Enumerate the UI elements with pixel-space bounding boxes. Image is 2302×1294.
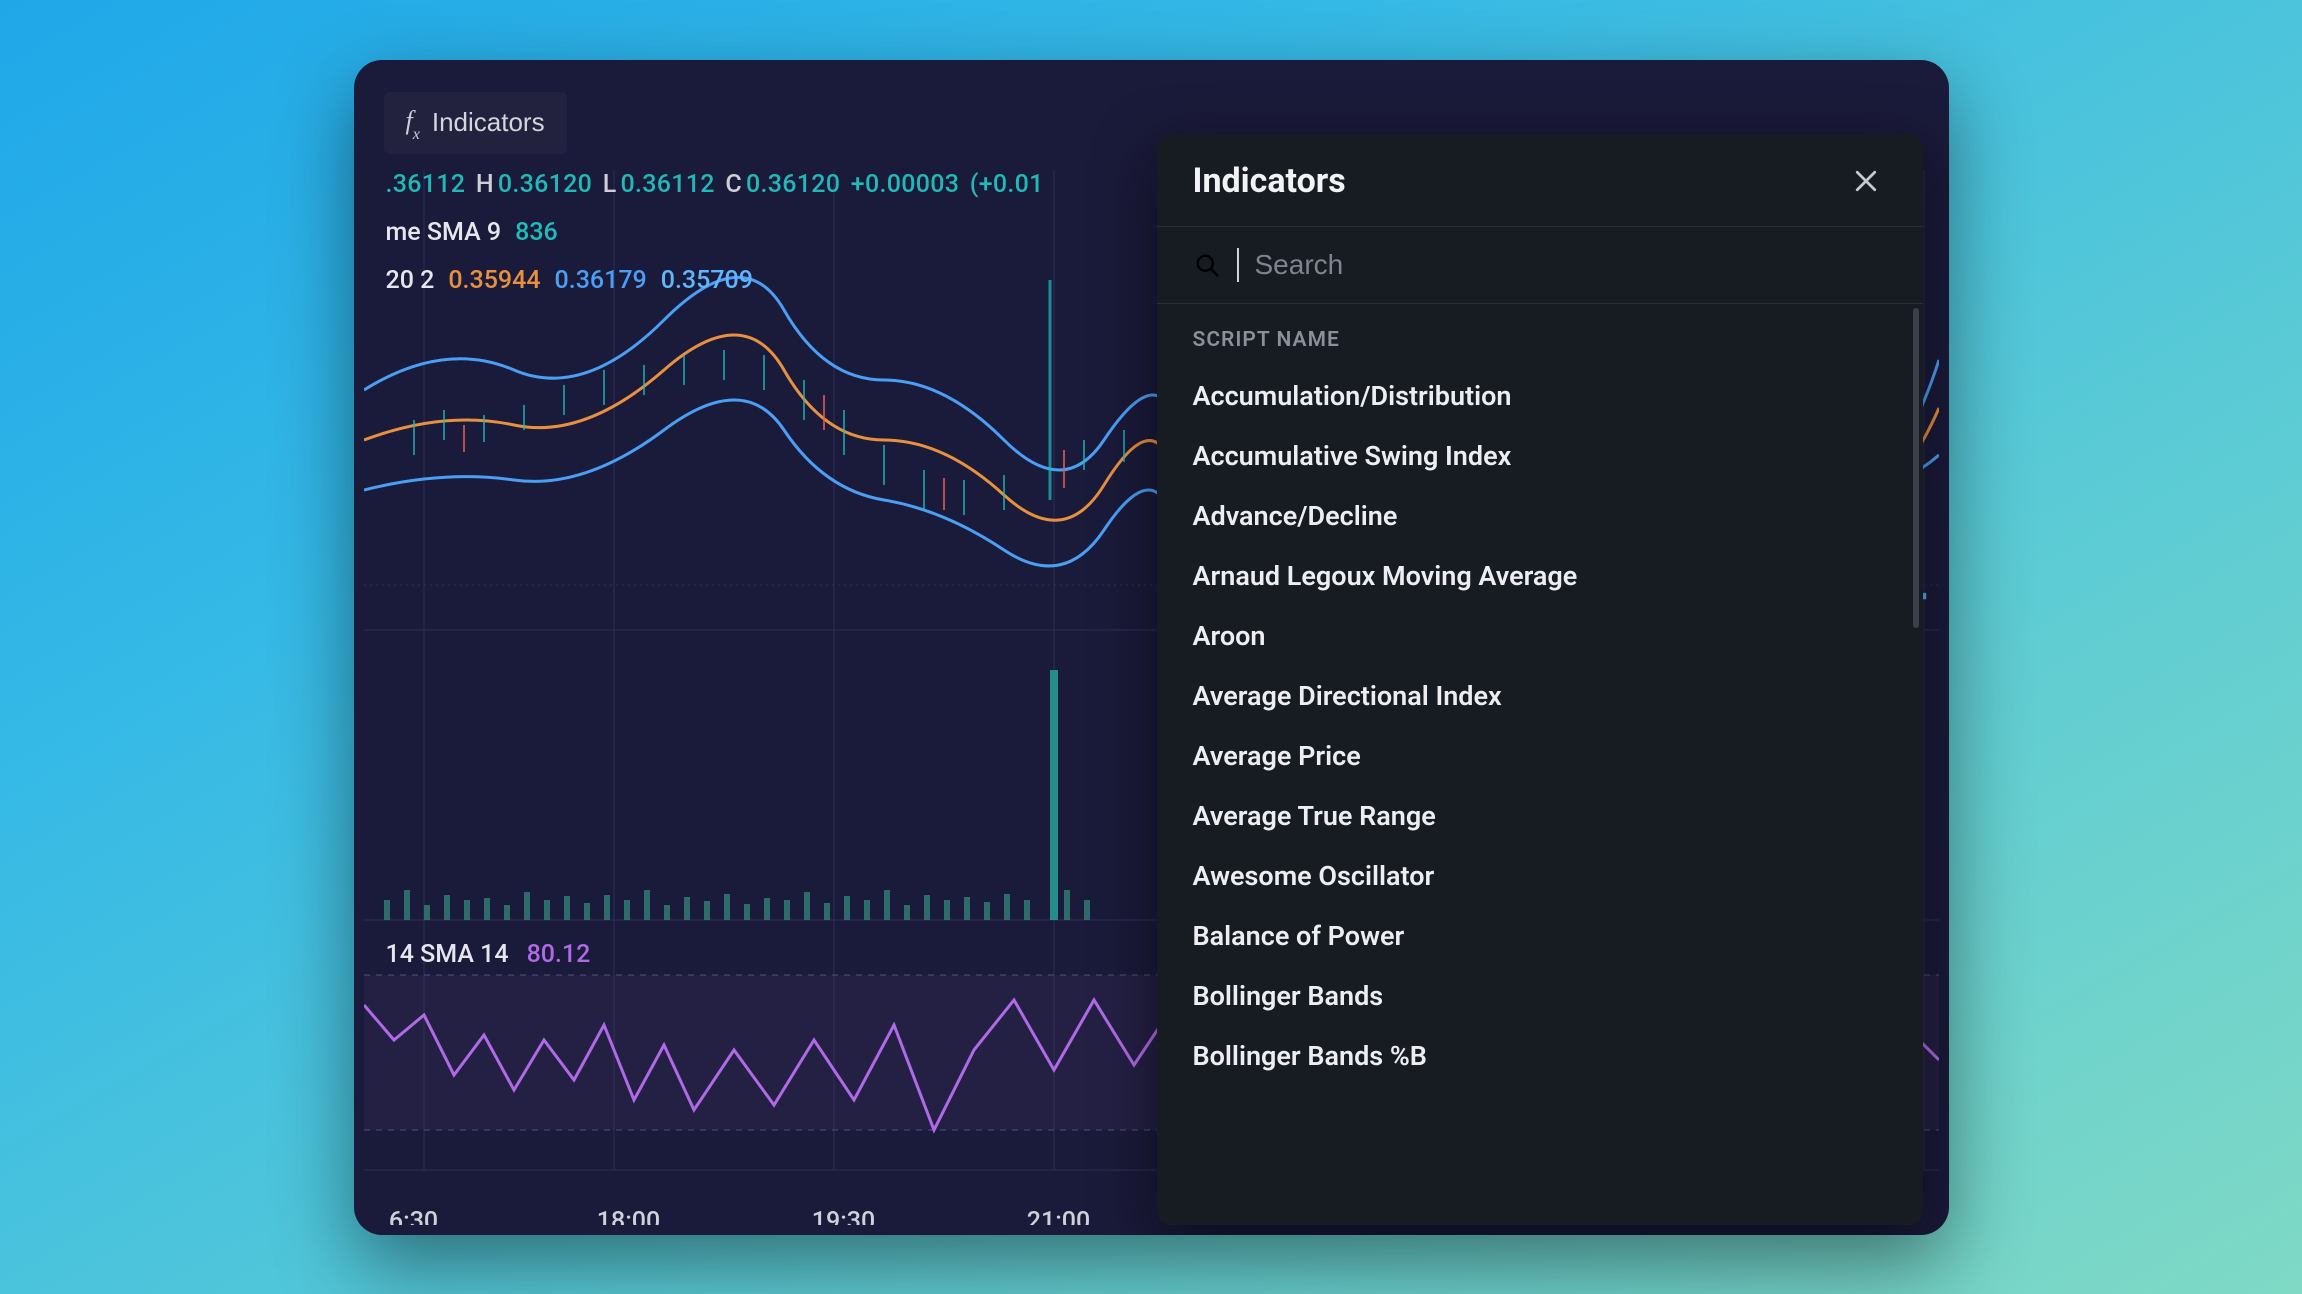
indicator-item[interactable]: Accumulative Swing Index	[1157, 426, 1923, 486]
indicator-item[interactable]: Average Price	[1157, 726, 1923, 786]
legend-bb: 20 2 0.35944 0.36179 0.35709	[386, 266, 753, 295]
search-row	[1157, 227, 1923, 304]
text-caret	[1237, 248, 1239, 282]
indicators-button[interactable]: fx Indicators	[384, 92, 567, 154]
close-icon	[1851, 166, 1881, 196]
toolbar: fx Indicators	[384, 92, 567, 154]
indicators-button-label: Indicators	[432, 107, 545, 138]
indicators-panel: Indicators SCRIPT NAME Accumulation/Dist…	[1157, 134, 1923, 1225]
close-button[interactable]	[1845, 160, 1887, 202]
fx-icon: fx	[406, 106, 420, 140]
indicator-item[interactable]: Bollinger Bands %B	[1157, 1026, 1923, 1086]
app-window: fx Indicators .36112 H0.36120 L0.36112 C…	[354, 60, 1949, 1235]
list-column-header: SCRIPT NAME	[1157, 304, 1923, 366]
indicator-item[interactable]: Bollinger Bands	[1157, 966, 1923, 1026]
indicator-item[interactable]: Average Directional Index	[1157, 666, 1923, 726]
legend-sma: me SMA 9 836	[386, 218, 558, 247]
ohlc-readout: .36112 H0.36120 L0.36112 C0.36120 +0.000…	[386, 170, 1048, 199]
panel-header: Indicators	[1157, 134, 1923, 227]
indicator-item[interactable]: Balance of Power	[1157, 906, 1923, 966]
panel-title: Indicators	[1193, 161, 1346, 201]
search-icon	[1193, 251, 1221, 279]
indicator-item[interactable]: Aroon	[1157, 606, 1923, 666]
indicator-item[interactable]: Average True Range	[1157, 786, 1923, 846]
indicator-list[interactable]: SCRIPT NAME Accumulation/DistributionAcc…	[1157, 304, 1923, 1225]
indicator-item[interactable]: Awesome Oscillator	[1157, 846, 1923, 906]
indicator-item[interactable]: Advance/Decline	[1157, 486, 1923, 546]
legend-rsi: 14 SMA 14 80.12	[386, 940, 591, 969]
scrollbar-thumb[interactable]	[1913, 308, 1919, 628]
indicator-item[interactable]: Accumulation/Distribution	[1157, 366, 1923, 426]
indicator-item[interactable]: Arnaud Legoux Moving Average	[1157, 546, 1923, 606]
search-input[interactable]	[1255, 245, 1887, 285]
